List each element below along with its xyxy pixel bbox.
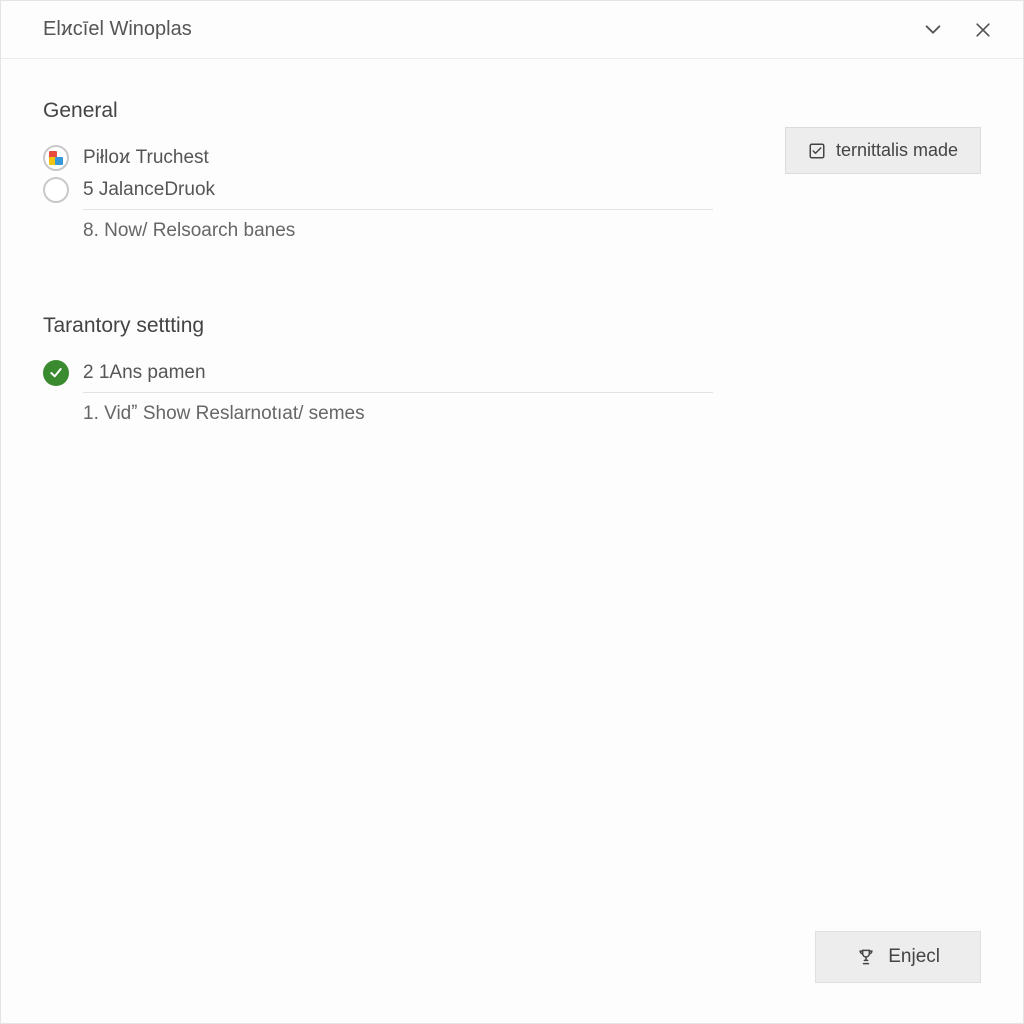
checkbox-checked-icon — [808, 142, 826, 160]
close-button[interactable] — [963, 10, 1003, 50]
tarantory-sub-area: 1. Vidˮ Show Reslarnotıat/ semes — [83, 392, 713, 425]
radio-unchecked-icon — [43, 177, 69, 203]
general-section-title: General — [43, 99, 981, 123]
window-title: Elϰcīel Winoplas — [43, 18, 903, 41]
minimize-button[interactable] — [913, 10, 953, 50]
general-item-jalance[interactable]: 5 JalanceDruok — [43, 177, 981, 203]
tarantory-section-title: Tarantory settting — [43, 314, 981, 338]
ternittalis-label: ternittalis made — [836, 140, 958, 161]
titlebar: Elϰcīel Winoplas — [1, 1, 1023, 59]
item-label: 5 JalanceDruok — [83, 179, 215, 201]
ternittalis-button[interactable]: ternittalis made — [785, 127, 981, 174]
item-label: Piłloϰ Truchest — [83, 147, 209, 169]
close-icon — [973, 20, 993, 40]
trophy-icon — [856, 947, 876, 967]
enjecl-button[interactable]: Enjecl — [815, 931, 981, 983]
enjecl-label: Enjecl — [888, 946, 940, 968]
item-label: 2 1Ans pamen — [83, 362, 206, 384]
tarantory-subline: 1. Vidˮ Show Reslarnotıat/ semes — [83, 392, 713, 425]
content-area: ternittalis made General Piłloϰ Truchest… — [1, 59, 1023, 931]
general-subline: 8. Now/ Relsoarch banes — [83, 209, 713, 242]
check-circle-icon — [43, 360, 69, 386]
chevron-down-icon — [922, 19, 944, 41]
color-swatch-icon — [43, 145, 69, 171]
footer: Enjecl — [1, 931, 1023, 1023]
general-sub-area: 8. Now/ Relsoarch banes — [83, 209, 713, 242]
tarantory-item-ans[interactable]: 2 1Ans pamen — [43, 360, 981, 386]
dialog-window: Elϰcīel Winoplas ternittalis made Genera… — [0, 0, 1024, 1024]
